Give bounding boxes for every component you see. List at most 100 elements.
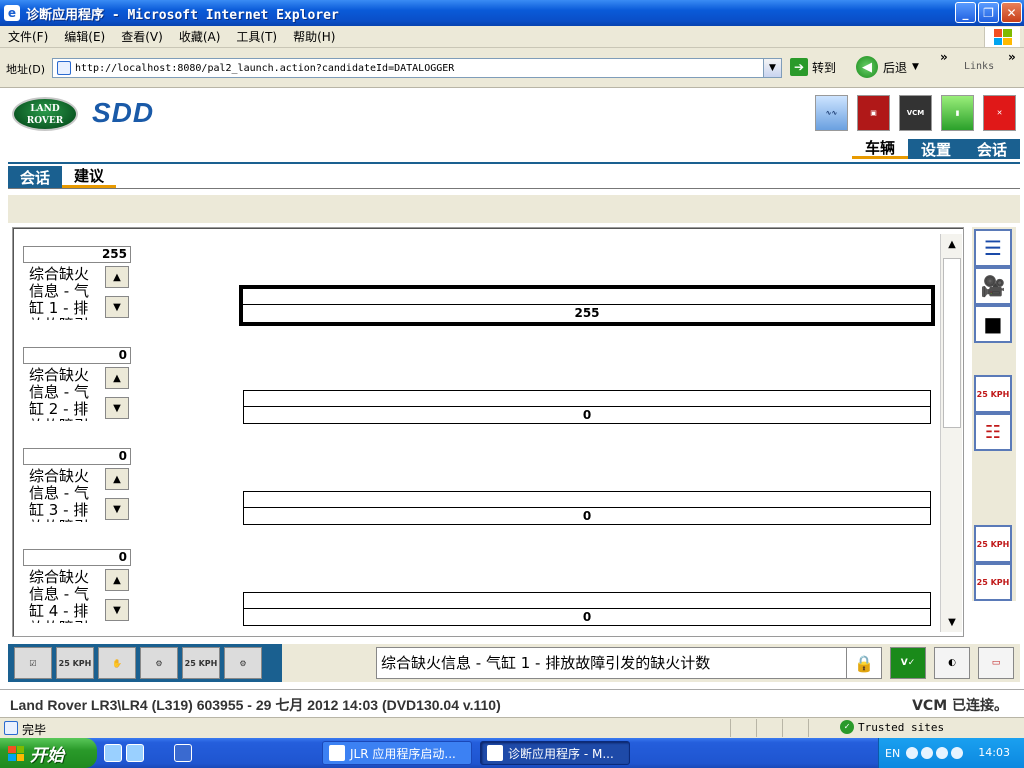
speed-record-icon[interactable]: 25 KPH — [974, 375, 1012, 413]
back-dropdown-icon[interactable]: ▼ — [912, 62, 919, 72]
value-gauge[interactable]: 0 — [243, 491, 931, 525]
parameter-label: 综合缺火信息 - 气缸 1 - 排放故障引发的缺火计数 — [29, 266, 90, 320]
battery-icon[interactable]: ▮ — [941, 95, 974, 131]
gauge-bar — [244, 593, 930, 609]
lock-icon[interactable]: 🔒 — [846, 647, 882, 679]
parameter-value: 0 — [23, 549, 131, 566]
parameter-row: 0 综合缺火信息 - 气缸 4 - 排放故障引发的缺火计数 ▲ ▼ 0 — [23, 549, 953, 649]
address-toolbar: 地址(D) http://localhost:8080/pal2_launch.… — [0, 48, 1024, 88]
speed-hand-icon[interactable]: 25 KPH — [56, 647, 94, 679]
task-jlr-launcher[interactable]: JLR 应用程序启动... — [322, 741, 472, 765]
maximize-button[interactable]: ❐ — [978, 2, 999, 23]
scrollbar-thumb[interactable] — [943, 258, 961, 428]
speed-add-icon[interactable]: 25 KPH — [974, 525, 1012, 563]
scroll-down-button[interactable]: ▼ — [105, 397, 129, 419]
exit-icon[interactable]: ✕ — [983, 95, 1016, 131]
log-list-icon[interactable]: ☷ — [974, 413, 1012, 451]
oscilloscope-icon[interactable]: ∿∿ — [815, 95, 848, 131]
zone-label: Trusted sites — [858, 720, 945, 734]
cylinder-icon[interactable]: ◐ — [934, 647, 970, 679]
address-input[interactable]: http://localhost:8080/pal2_launch.action… — [52, 58, 782, 78]
menu-file[interactable]: 文件(F) — [0, 28, 56, 45]
subtab-session[interactable]: 会话 — [8, 166, 62, 188]
task-label: 诊断应用程序 - M... — [508, 746, 614, 761]
menu-tools[interactable]: 工具(T) — [228, 28, 285, 45]
scroll-up-button[interactable]: ▲ — [105, 569, 129, 591]
sdd-logo: SDD — [92, 97, 155, 128]
toolbar-chevron-icon[interactable]: » — [940, 50, 948, 64]
links-label[interactable]: Links — [964, 61, 994, 72]
info-band — [8, 195, 1020, 223]
scroll-down-button[interactable]: ▼ — [105, 498, 129, 520]
battery-status-icon[interactable]: ▭ — [978, 647, 1014, 679]
vcm-status: VCM 已连接。 — [912, 698, 1008, 714]
go-button[interactable]: ➔ 转到 — [790, 58, 836, 76]
ie-icon: e — [4, 5, 20, 21]
value-gauge[interactable]: 0 — [243, 592, 931, 626]
parameter-label: 综合缺火信息 - 气缸 4 - 排放故障引发的缺火计数 — [29, 569, 90, 623]
tray-network-icon[interactable] — [921, 747, 934, 759]
scroll-up-arrow-icon[interactable]: ▲ — [941, 234, 963, 254]
back-button[interactable]: ◀ 后退 ▼ — [856, 56, 919, 78]
panel-scrollbar[interactable]: ▲ ▼ — [940, 234, 962, 632]
gauge-bar — [244, 391, 930, 407]
system-tray: EN 14:03 — [878, 738, 1024, 768]
vehicle-info-bar: Land Rover LR3\LR4 (L319) 603955 - 29 七月… — [0, 689, 1024, 715]
address-dropdown-icon[interactable]: ▼ — [763, 59, 781, 77]
go-arrow-icon: ➔ — [790, 58, 808, 76]
subtab-advice[interactable]: 建议 — [62, 166, 116, 188]
task-diagnostic-app[interactable]: 诊断应用程序 - M... — [480, 741, 630, 765]
scroll-up-button[interactable]: ▲ — [105, 367, 129, 389]
close-button[interactable]: ✕ — [1001, 2, 1022, 23]
tray-volume-icon[interactable] — [951, 747, 964, 759]
tab-vehicle[interactable]: 车辆 — [852, 139, 908, 159]
sdd-task-icon — [329, 745, 345, 761]
gauge-value: 0 — [582, 509, 592, 523]
scroll-down-button[interactable]: ▼ — [105, 599, 129, 621]
taskbar: 开始 JLR 应用程序启动... 诊断应用程序 - M... EN 14:03 — [0, 738, 1024, 768]
vehicle-interface-icon[interactable]: VCM — [899, 95, 932, 131]
menu-edit[interactable]: 编辑(E) — [56, 28, 113, 45]
trusted-check-icon: ✓ — [840, 720, 854, 734]
minimize-button[interactable]: _ — [955, 2, 976, 23]
list-icon[interactable]: ☰ — [974, 229, 1012, 267]
checklist-icon[interactable]: ☑ — [14, 647, 52, 679]
scroll-up-button[interactable]: ▲ — [105, 468, 129, 490]
menu-view[interactable]: 查看(V) — [113, 28, 171, 45]
desktop-quicklaunch-icon[interactable] — [174, 744, 192, 762]
browser-quicklaunch-icon[interactable] — [126, 744, 144, 762]
tab-session[interactable]: 会话 — [964, 139, 1020, 159]
speed-remove-icon[interactable]: 25 KPH — [974, 563, 1012, 601]
start-button[interactable]: 开始 — [0, 738, 97, 768]
scroll-down-arrow-icon[interactable]: ▼ — [941, 612, 963, 632]
tray-arrow-icon[interactable] — [906, 747, 919, 759]
network-icon[interactable]: ⚙ — [140, 647, 178, 679]
camera-icon[interactable]: 🎥 — [974, 267, 1012, 305]
scroll-up-button[interactable]: ▲ — [105, 266, 129, 288]
ie-quicklaunch-icon[interactable] — [104, 744, 122, 762]
page-status-icon — [4, 721, 18, 735]
vcm-connected-icon[interactable]: V✓ — [890, 647, 926, 679]
datalogger-panel: 255 综合缺火信息 - 气缸 1 - 排放故障引发的缺火计数 ▲ ▼ 255 … — [12, 227, 964, 637]
settings-gear-icon[interactable]: ⚙ — [224, 647, 262, 679]
stop-icon[interactable]: ■ — [974, 305, 1012, 343]
menu-help[interactable]: 帮助(H) — [285, 28, 343, 45]
links-chevron-icon[interactable]: » — [1008, 50, 1016, 64]
value-gauge[interactable]: 0 — [243, 390, 931, 424]
tab-settings[interactable]: 设置 — [908, 139, 964, 159]
scroll-down-button[interactable]: ▼ — [105, 296, 129, 318]
gauge-value: 0 — [582, 408, 592, 422]
value-gauge[interactable]: 255 — [239, 285, 935, 326]
gauge-bar — [243, 289, 931, 305]
ie-task-icon — [487, 745, 503, 761]
drag-hand-icon[interactable]: ✋ — [98, 647, 136, 679]
speed-list-icon[interactable]: 25 KPH — [182, 647, 220, 679]
page-status: 完毕 — [22, 723, 47, 737]
task-label: JLR 应用程序启动... — [350, 746, 456, 761]
tray-wireless-icon[interactable] — [936, 747, 949, 759]
recorder-icon[interactable]: ▣ — [857, 95, 890, 131]
window-controls: _ ❐ ✕ — [955, 2, 1022, 23]
menu-favorites[interactable]: 收藏(A) — [171, 28, 229, 45]
language-indicator[interactable]: EN — [885, 747, 900, 760]
parameter-value: 0 — [23, 448, 131, 465]
